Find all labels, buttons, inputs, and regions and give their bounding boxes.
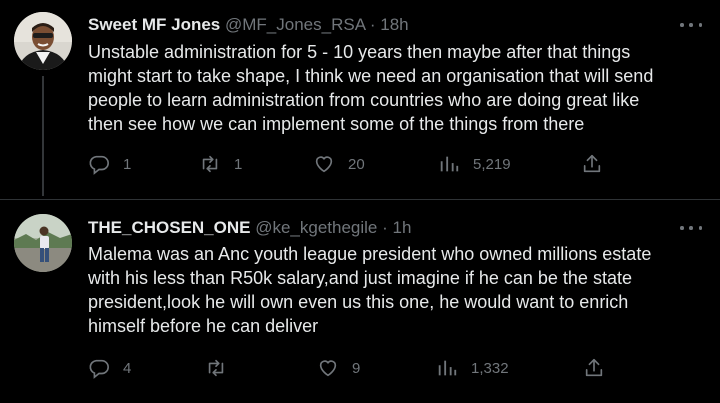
views-icon bbox=[438, 360, 457, 376]
separator: · bbox=[382, 218, 388, 237]
views-icon bbox=[440, 156, 459, 172]
share-button[interactable] bbox=[581, 151, 603, 177]
tweet-text-line: might start to take shape, I think we ne… bbox=[88, 66, 654, 86]
user-handle[interactable]: @MF_Jones_RSA bbox=[225, 15, 365, 34]
tweet-header: Sweet MF Jones @MF_Jones_RSA · 18h bbox=[88, 14, 409, 36]
tweet-header: THE_CHOSEN_ONE @ke_kgethegile · 1h bbox=[88, 217, 411, 239]
tweet-text: Malema was an Anc youth league president… bbox=[88, 242, 708, 338]
share-button[interactable] bbox=[583, 355, 605, 381]
display-name[interactable]: THE_CHOSEN_ONE bbox=[88, 218, 250, 237]
avatar[interactable] bbox=[14, 12, 72, 70]
views-button[interactable]: 5,219 bbox=[438, 151, 511, 177]
tweet-text-line: Unstable administration for 5 - 10 years… bbox=[88, 42, 631, 62]
user-handle[interactable]: @ke_kgethegile bbox=[255, 218, 377, 237]
tweet-actions: 1 1 20 5,219 bbox=[88, 151, 628, 177]
avatar[interactable] bbox=[14, 214, 72, 272]
share-icon bbox=[585, 358, 603, 377]
retweet-button[interactable]: 1 bbox=[199, 151, 242, 177]
views-count: 5,219 bbox=[473, 155, 511, 173]
share-icon bbox=[583, 154, 601, 173]
timestamp[interactable]: 1h bbox=[393, 218, 412, 237]
reply-button[interactable]: 4 bbox=[88, 355, 131, 381]
reply-count: 1 bbox=[123, 155, 132, 173]
tweet-actions: 4 9 1,332 bbox=[88, 355, 628, 381]
reply-icon bbox=[89, 359, 109, 379]
thread-line bbox=[42, 76, 44, 196]
timestamp[interactable]: 18h bbox=[380, 15, 408, 34]
like-button[interactable]: 20 bbox=[313, 151, 365, 177]
tweet[interactable]: THE_CHOSEN_ONE @ke_kgethegile · 1h Malem… bbox=[0, 200, 720, 403]
tweet[interactable]: Sweet MF Jones @MF_Jones_RSA · 18h Unsta… bbox=[0, 0, 720, 200]
reply-icon bbox=[89, 155, 109, 175]
tweet-text: Unstable administration for 5 - 10 years… bbox=[88, 40, 708, 136]
retweet-icon bbox=[208, 359, 224, 377]
more-icon[interactable] bbox=[680, 221, 702, 235]
tweet-text-line: president,look he will own even us this … bbox=[88, 292, 629, 312]
tweet-text-line: then see how we can implement some of th… bbox=[88, 114, 585, 134]
like-count: 9 bbox=[352, 359, 361, 377]
display-name[interactable]: Sweet MF Jones bbox=[88, 15, 220, 34]
heart-icon bbox=[319, 360, 337, 377]
reply-button[interactable]: 1 bbox=[88, 151, 131, 177]
retweet-button[interactable] bbox=[205, 355, 240, 381]
retweet-count: 1 bbox=[234, 155, 243, 173]
tweet-text-line: himself before he can deliver bbox=[88, 316, 319, 336]
retweet-icon bbox=[202, 155, 218, 173]
tweet-text-line: Malema was an Anc youth league president… bbox=[88, 244, 652, 264]
separator: · bbox=[369, 15, 376, 34]
like-button[interactable]: 9 bbox=[317, 355, 360, 381]
like-count: 20 bbox=[348, 155, 365, 173]
views-count: 1,332 bbox=[471, 359, 509, 377]
reply-count: 4 bbox=[123, 359, 132, 377]
tweet-text-line: people to learn administration from coun… bbox=[88, 90, 640, 110]
heart-icon bbox=[315, 156, 333, 173]
more-icon[interactable] bbox=[680, 18, 702, 32]
tweet-text-line: with his less than R50k salary,and just … bbox=[88, 268, 632, 288]
views-button[interactable]: 1,332 bbox=[436, 355, 509, 381]
